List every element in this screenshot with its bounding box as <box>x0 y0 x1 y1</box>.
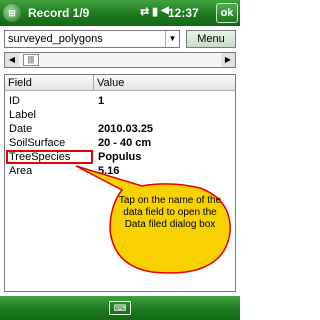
menu-button[interactable]: Menu <box>186 30 236 48</box>
keyboard-icon[interactable]: ⌨ <box>109 301 131 315</box>
field-value: Populus <box>98 151 142 163</box>
field-name[interactable]: ID <box>9 95 20 107</box>
field-value: 2010.03.25 <box>98 123 154 135</box>
layer-dropdown[interactable]: surveyed_polygons ▼ <box>4 30 180 48</box>
field-name[interactable]: Area <box>9 165 32 177</box>
signal-icon[interactable]: ▮ <box>152 5 158 18</box>
table-row[interactable]: SoilSurface 20 - 40 cm <box>5 137 235 150</box>
table-row[interactable]: Date 2010.03.25 <box>5 123 235 136</box>
table-row[interactable]: Area 5.16 <box>5 165 235 178</box>
field-value: 1 <box>98 95 105 107</box>
window-title: Record 1/9 <box>28 6 90 20</box>
table-header: Field Value <box>5 75 235 91</box>
attribute-table: Field Value ID 1 Label Date 2010.03.25 S… <box>4 74 236 292</box>
column-header-value[interactable]: Value <box>97 77 124 89</box>
field-highlight-box <box>6 150 93 164</box>
field-name[interactable]: Date <box>9 123 32 135</box>
ok-button[interactable]: ok <box>216 3 238 23</box>
scroll-thumb[interactable]: ||| <box>23 54 39 66</box>
field-value: 5.16 <box>98 165 120 177</box>
callout-text: Tap on the name of the data field to ope… <box>118 195 222 230</box>
column-header-field[interactable]: Field <box>8 77 32 89</box>
column-divider[interactable] <box>93 75 94 91</box>
next-record-arrow-icon[interactable]: ▶ <box>221 53 235 67</box>
layer-dropdown-value: surveyed_polygons <box>8 33 103 45</box>
field-name[interactable]: Label <box>9 109 36 121</box>
field-value: 20 - 40 cm <box>98 137 152 149</box>
title-bar: ⊞ Record 1/9 ⇄ ▮ ◀ 12:37 ok <box>0 0 240 26</box>
bottom-bar: ⌨ <box>0 296 240 320</box>
clock[interactable]: 12:37 <box>168 6 199 20</box>
windows-start-icon[interactable]: ⊞ <box>3 4 21 22</box>
table-row[interactable]: ID 1 <box>5 95 235 108</box>
chevron-down-icon[interactable]: ▼ <box>165 31 179 47</box>
record-navigation-scrollbar[interactable]: ◀ ||| ▶ <box>4 52 236 68</box>
field-name[interactable]: SoilSurface <box>9 137 65 149</box>
table-row[interactable]: Label <box>5 109 235 122</box>
previous-record-arrow-icon[interactable]: ◀ <box>5 53 19 67</box>
network-icon[interactable]: ⇄ <box>140 5 149 18</box>
